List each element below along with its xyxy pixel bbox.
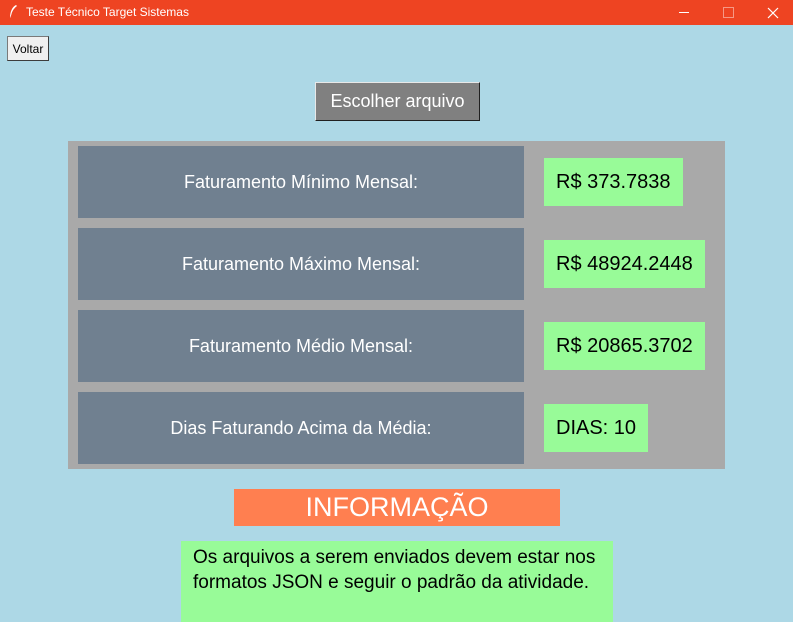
results-panel: Faturamento Mínimo Mensal: R$ 373.7838 F… <box>68 141 725 469</box>
choose-file-button[interactable]: Escolher arquivo <box>315 82 480 121</box>
back-button[interactable]: Voltar <box>7 36 49 61</box>
avg-billing-label: Faturamento Médio Mensal: <box>78 310 524 382</box>
min-billing-label: Faturamento Mínimo Mensal: <box>78 146 524 218</box>
minimize-icon <box>679 12 689 13</box>
days-above-avg-value: DIAS: 10 <box>544 404 649 452</box>
days-above-avg-label: Dias Faturando Acima da Média: <box>78 392 524 464</box>
minimize-button[interactable] <box>661 0 707 25</box>
avg-billing-value: R$ 20865.3702 <box>544 322 705 370</box>
min-billing-value: R$ 373.7838 <box>544 158 683 206</box>
close-button[interactable] <box>750 0 793 25</box>
max-billing-label: Faturamento Máximo Mensal: <box>78 228 524 300</box>
feather-icon <box>8 4 18 20</box>
info-title: INFORMAÇÃO <box>234 489 560 526</box>
info-text: Os arquivos a serem enviados devem estar… <box>181 541 613 622</box>
max-billing-value: R$ 48924.2448 <box>544 240 705 288</box>
maximize-icon <box>722 7 734 18</box>
window-title: Teste Técnico Target Sistemas <box>26 5 189 19</box>
close-icon <box>767 7 779 18</box>
maximize-button[interactable] <box>705 0 751 25</box>
title-bar: Teste Técnico Target Sistemas <box>0 0 793 25</box>
